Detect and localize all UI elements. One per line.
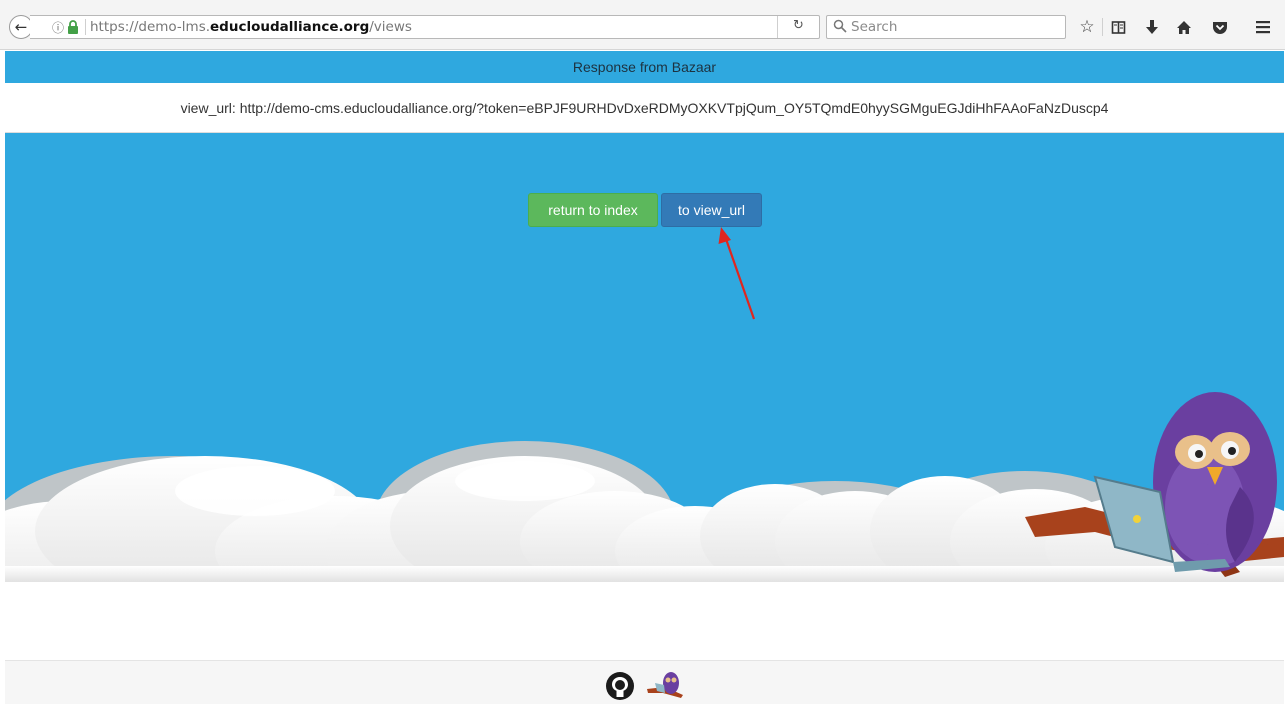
reload-icon[interactable]: ↻	[793, 18, 804, 33]
download-icon[interactable]	[1141, 16, 1163, 38]
return-to-index-button[interactable]: return to index	[528, 193, 658, 227]
url-path: /views	[369, 19, 412, 35]
divider	[777, 16, 778, 38]
reading-list-icon[interactable]	[1107, 16, 1129, 38]
page-title: Response from Bazaar	[572, 59, 717, 75]
url-domain: educloudalliance.org	[210, 19, 370, 35]
view-url-card: view_url: http://demo-cms.educloudallian…	[5, 83, 1284, 133]
search-icon	[833, 19, 847, 33]
divider	[85, 19, 86, 35]
url-text[interactable]: https://demo-lms.educloudalliance.org/vi…	[90, 19, 412, 35]
lock-icon[interactable]	[67, 19, 79, 35]
menu-icon[interactable]	[1252, 16, 1274, 38]
divider	[1102, 18, 1103, 36]
back-icon: ←	[14, 18, 28, 36]
url-prefix: https://demo-lms.	[90, 19, 211, 35]
to-view-url-button[interactable]: to view_url	[661, 193, 762, 227]
bookmark-star-icon[interactable]: ☆	[1076, 16, 1098, 38]
view-url-text: view_url: http://demo-cms.educloudallian…	[180, 99, 1109, 116]
pocket-icon[interactable]	[1209, 16, 1231, 38]
browser-toolbar: ← ⓘ https://demo-lms.educloudalliance.or…	[0, 0, 1285, 50]
home-icon[interactable]	[1173, 16, 1195, 38]
address-bar[interactable]: ⓘ https://demo-lms.educloudalliance.org/…	[30, 15, 820, 39]
search-input[interactable]: Search	[826, 15, 1066, 39]
github-icon[interactable]	[605, 671, 635, 701]
search-placeholder: Search	[851, 19, 898, 35]
owl-logo-icon[interactable]	[645, 669, 685, 701]
footer	[5, 660, 1284, 704]
owl-mascot-illustration	[1025, 392, 1284, 577]
info-icon[interactable]: ⓘ	[52, 19, 64, 36]
page-content: Response from Bazaar view_url: http://de…	[5, 51, 1284, 582]
